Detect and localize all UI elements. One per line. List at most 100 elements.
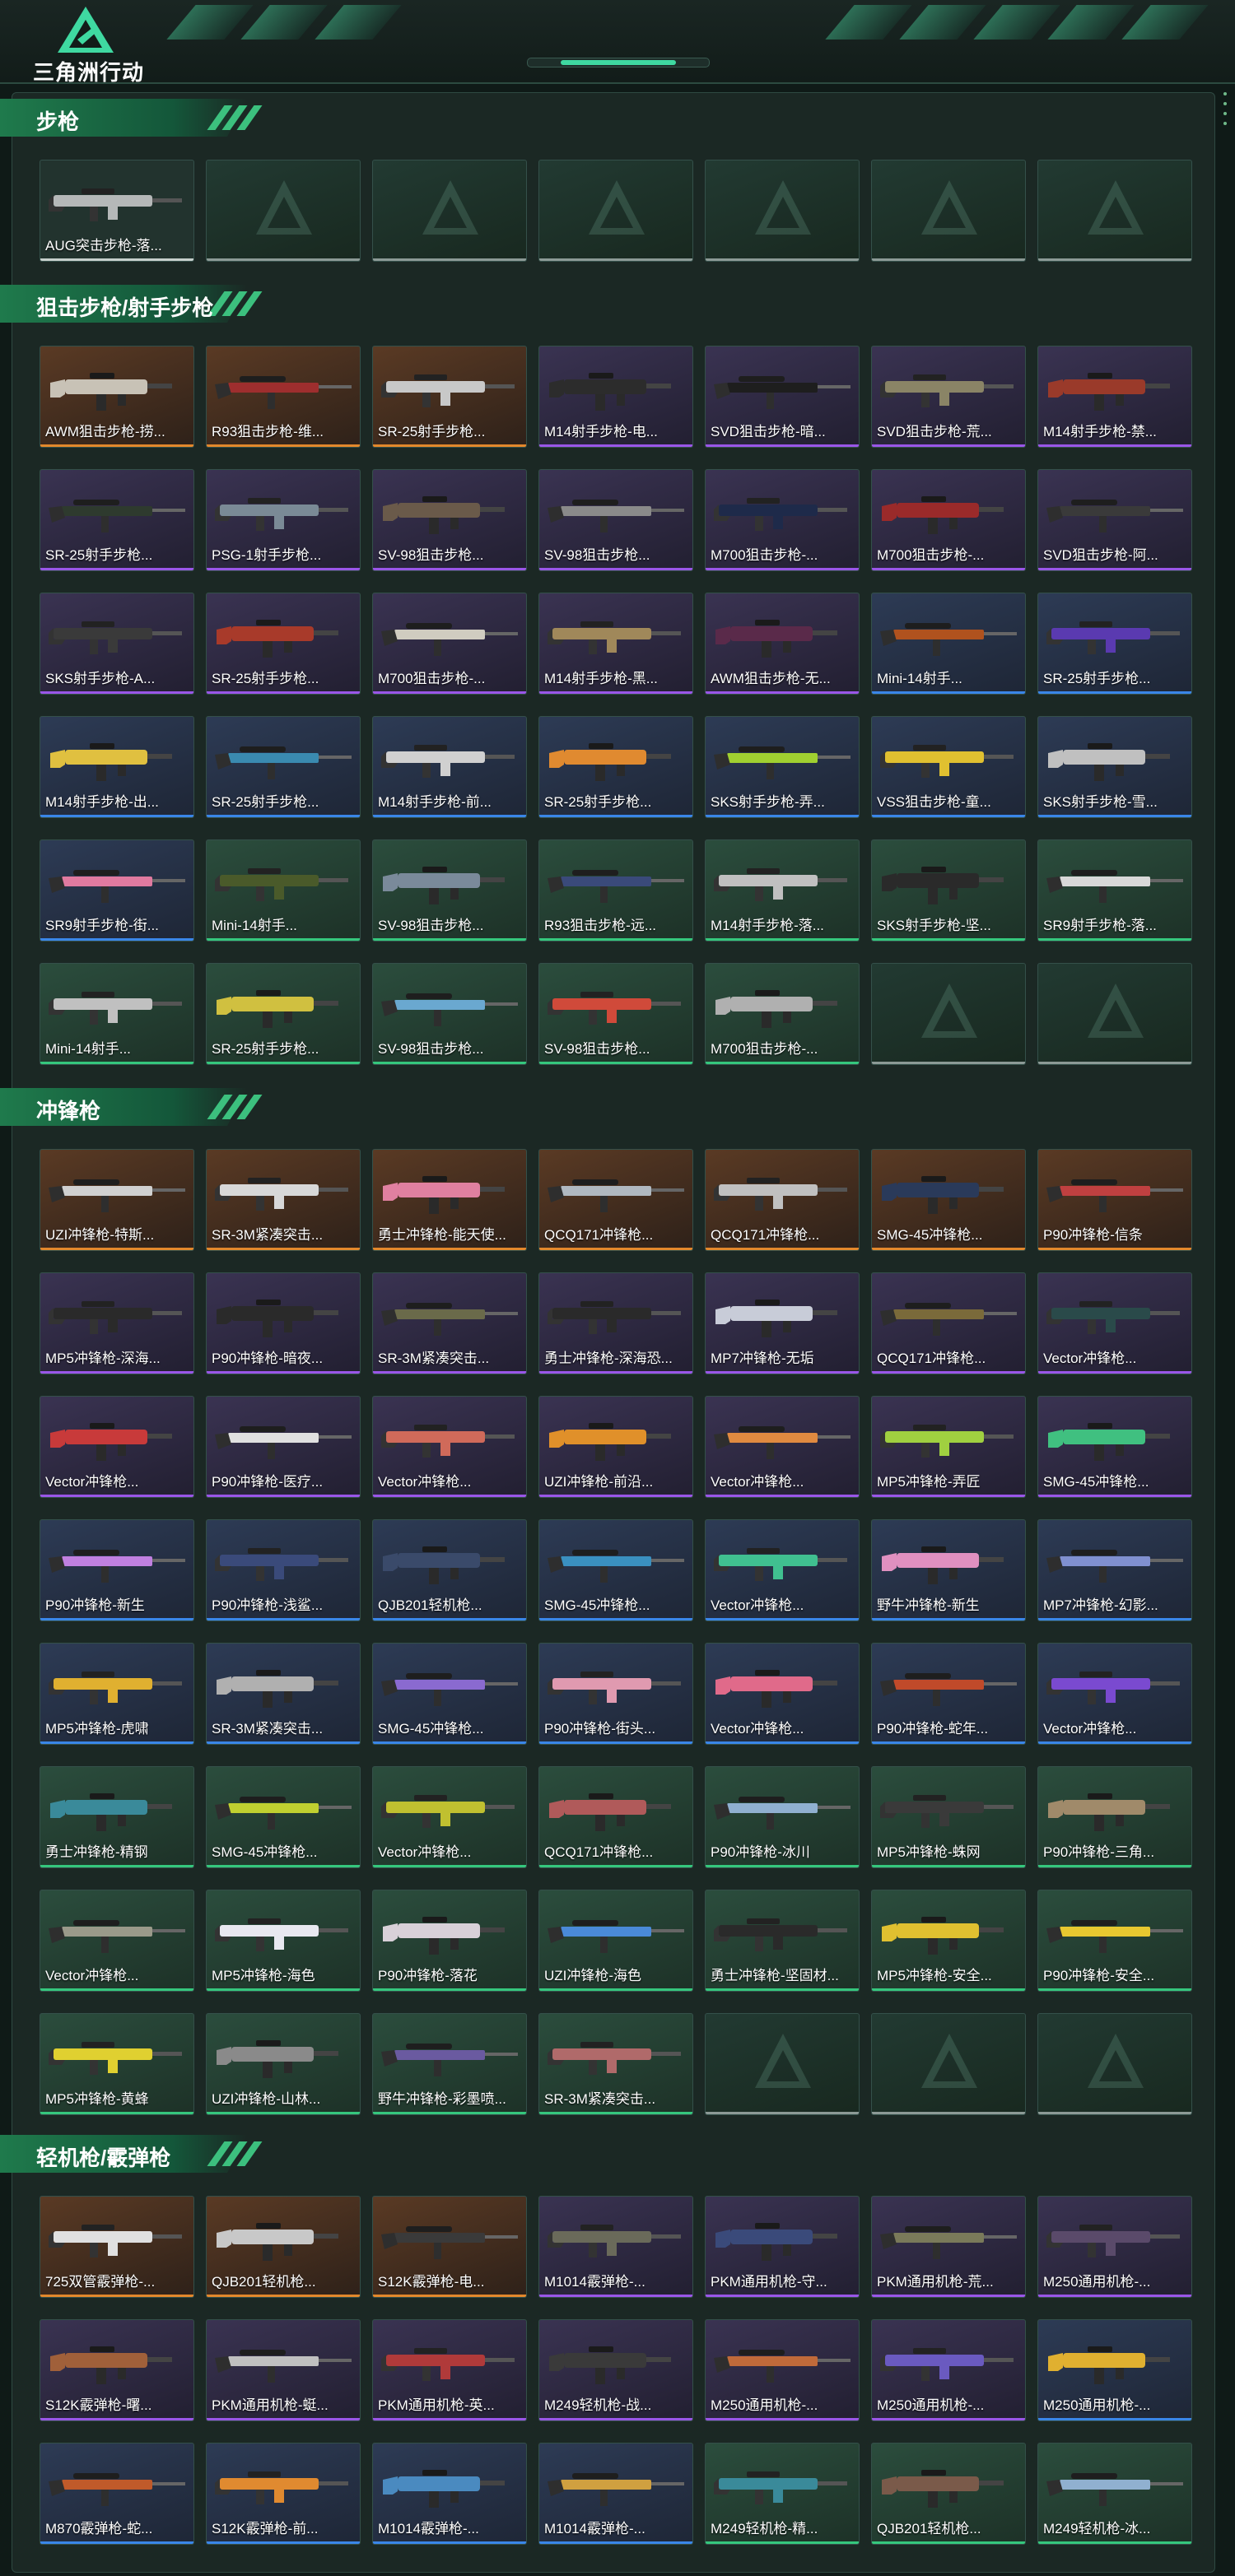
weapon-card[interactable]: QCQ171冲锋枪...: [871, 1272, 1026, 1374]
weapon-card[interactable]: 勇士冲锋枪-能天使...: [372, 1149, 527, 1251]
weapon-card[interactable]: S12K霰弹枪-曙...: [40, 2319, 194, 2421]
weapon-card[interactable]: SR-3M紧凑突击...: [206, 1643, 361, 1745]
weapon-card[interactable]: Vector冲锋枪...: [705, 1519, 860, 1621]
weapon-card[interactable]: R93狙击步枪-维...: [206, 346, 361, 448]
weapon-card[interactable]: SMG-45冲锋枪...: [372, 1643, 527, 1745]
weapon-card[interactable]: SR-3M紧凑突击...: [372, 1272, 527, 1374]
weapon-card[interactable]: QJB201轻机枪...: [372, 1519, 527, 1621]
weapon-card[interactable]: MP5冲锋枪-蛛网: [871, 1766, 1026, 1868]
weapon-card[interactable]: P90冲锋枪-浅鲨...: [206, 1519, 361, 1621]
weapon-card[interactable]: SR9射手步枪-街...: [40, 839, 194, 942]
weapon-card[interactable]: PKM通用机枪-蜓...: [206, 2319, 361, 2421]
weapon-card[interactable]: M1014霰弹枪-...: [538, 2443, 693, 2545]
weapon-card[interactable]: 勇士冲锋枪-坚固材...: [705, 1890, 860, 1992]
weapon-card[interactable]: SR-25射手步枪...: [206, 963, 361, 1065]
weapon-card[interactable]: SR-25射手步枪...: [1037, 593, 1192, 695]
weapon-card[interactable]: 725双管霰弹枪-...: [40, 2196, 194, 2298]
weapon-card[interactable]: SR-25射手步枪...: [372, 346, 527, 448]
weapon-card[interactable]: AWM狙击步枪-捞...: [40, 346, 194, 448]
weapon-card[interactable]: Vector冲锋枪...: [40, 1396, 194, 1498]
weapon-card[interactable]: SKS射手步枪-A...: [40, 593, 194, 695]
weapon-card[interactable]: SR-25射手步枪...: [206, 593, 361, 695]
weapon-card[interactable]: Vector冲锋枪...: [705, 1643, 860, 1745]
weapon-card[interactable]: M700狙击步枪-...: [705, 469, 860, 571]
weapon-card[interactable]: UZI冲锋枪-山林...: [206, 2013, 361, 2115]
weapon-card[interactable]: MP5冲锋枪-弄匠: [871, 1396, 1026, 1498]
weapon-card[interactable]: SVD狙击步枪-暗...: [705, 346, 860, 448]
weapon-card[interactable]: M249轻机枪-精...: [705, 2443, 860, 2545]
weapon-card[interactable]: M14射手步枪-落...: [705, 839, 860, 942]
weapon-card[interactable]: SKS射手步枪-坚...: [871, 839, 1026, 942]
weapon-card[interactable]: Mini-14射手...: [40, 963, 194, 1065]
weapon-card[interactable]: Mini-14射手...: [206, 839, 361, 942]
weapon-card[interactable]: MP5冲锋枪-黄蜂: [40, 2013, 194, 2115]
weapon-card[interactable]: PKM通用机枪-英...: [372, 2319, 527, 2421]
weapon-card[interactable]: PKM通用机枪-守...: [705, 2196, 860, 2298]
weapon-card[interactable]: 勇士冲锋枪-精钢: [40, 1766, 194, 1868]
weapon-card[interactable]: M1014霰弹枪-...: [372, 2443, 527, 2545]
weapon-card[interactable]: M14射手步枪-黑...: [538, 593, 693, 695]
weapon-card[interactable]: P90冲锋枪-落花: [372, 1890, 527, 1992]
weapon-card[interactable]: P90冲锋枪-三角...: [1037, 1766, 1192, 1868]
weapon-card[interactable]: MP7冲锋枪-幻影...: [1037, 1519, 1192, 1621]
weapon-card[interactable]: M250通用机枪-...: [871, 2319, 1026, 2421]
weapon-card[interactable]: M700狙击步枪-...: [871, 469, 1026, 571]
weapon-card[interactable]: R93狙击步枪-远...: [538, 839, 693, 942]
weapon-card[interactable]: PKM通用机枪-荒...: [871, 2196, 1026, 2298]
weapon-card[interactable]: P90冲锋枪-新生: [40, 1519, 194, 1621]
weapon-card[interactable]: P90冲锋枪-安全...: [1037, 1890, 1192, 1992]
weapon-card[interactable]: SMG-45冲锋枪...: [1037, 1396, 1192, 1498]
weapon-card[interactable]: SMG-45冲锋枪...: [871, 1149, 1026, 1251]
weapon-card[interactable]: SR-25射手步枪...: [538, 716, 693, 818]
weapon-card[interactable]: M14射手步枪-前...: [372, 716, 527, 818]
weapon-card[interactable]: M14射手步枪-禁...: [1037, 346, 1192, 448]
weapon-card[interactable]: QCQ171冲锋枪...: [538, 1766, 693, 1868]
weapon-card[interactable]: P90冲锋枪-暗夜...: [206, 1272, 361, 1374]
weapon-card[interactable]: MP5冲锋枪-安全...: [871, 1890, 1026, 1992]
weapon-card[interactable]: SR-25射手步枪...: [206, 716, 361, 818]
weapon-card[interactable]: M249轻机枪-战...: [538, 2319, 693, 2421]
weapon-card[interactable]: M700狙击步枪-...: [372, 593, 527, 695]
weapon-card[interactable]: 野牛冲锋枪-彩墨喷...: [372, 2013, 527, 2115]
weapon-card[interactable]: MP5冲锋枪-海色: [206, 1890, 361, 1992]
weapon-card[interactable]: M250通用机枪-...: [705, 2319, 860, 2421]
weapon-card[interactable]: QCQ171冲锋枪...: [705, 1149, 860, 1251]
weapon-card[interactable]: QJB201轻机枪...: [206, 2196, 361, 2298]
weapon-card[interactable]: SVD狙击步枪-阿...: [1037, 469, 1192, 571]
weapon-card[interactable]: S12K霰弹枪-电...: [372, 2196, 527, 2298]
weapon-card[interactable]: P90冲锋枪-医疗...: [206, 1396, 361, 1498]
weapon-card[interactable]: M14射手步枪-出...: [40, 716, 194, 818]
weapon-card[interactable]: SVD狙击步枪-荒...: [871, 346, 1026, 448]
weapon-card[interactable]: SV-98狙击步枪...: [538, 963, 693, 1065]
scrollbar[interactable]: [1222, 92, 1228, 142]
weapon-card[interactable]: Vector冲锋枪...: [1037, 1272, 1192, 1374]
weapon-card[interactable]: SV-98狙击步枪...: [372, 469, 527, 571]
weapon-card[interactable]: P90冲锋枪-蛇年...: [871, 1643, 1026, 1745]
weapon-card[interactable]: UZI冲锋枪-特斯...: [40, 1149, 194, 1251]
weapon-card[interactable]: PSG-1射手步枪...: [206, 469, 361, 571]
weapon-card[interactable]: MP5冲锋枪-虎啸: [40, 1643, 194, 1745]
weapon-card[interactable]: M14射手步枪-电...: [538, 346, 693, 448]
weapon-card[interactable]: UZI冲锋枪-海色: [538, 1890, 693, 1992]
weapon-card[interactable]: QJB201轻机枪...: [871, 2443, 1026, 2545]
weapon-card[interactable]: AWM狙击步枪-无...: [705, 593, 860, 695]
weapon-card[interactable]: Vector冲锋枪...: [705, 1396, 860, 1498]
weapon-card[interactable]: SMG-45冲锋枪...: [538, 1519, 693, 1621]
weapon-card[interactable]: QCQ171冲锋枪...: [538, 1149, 693, 1251]
weapon-card[interactable]: Vector冲锋枪...: [372, 1396, 527, 1498]
weapon-card[interactable]: Vector冲锋枪...: [372, 1766, 527, 1868]
weapon-card[interactable]: SR-3M紧凑突击...: [538, 2013, 693, 2115]
weapon-card[interactable]: P90冲锋枪-信条: [1037, 1149, 1192, 1251]
weapon-card[interactable]: S12K霰弹枪-前...: [206, 2443, 361, 2545]
weapon-card[interactable]: 勇士冲锋枪-深海恐...: [538, 1272, 693, 1374]
weapon-card[interactable]: P90冲锋枪-街头...: [538, 1643, 693, 1745]
weapon-card[interactable]: M700狙击步枪-...: [705, 963, 860, 1065]
weapon-card[interactable]: M250通用机枪-...: [1037, 2319, 1192, 2421]
weapon-card[interactable]: SMG-45冲锋枪...: [206, 1766, 361, 1868]
weapon-card[interactable]: SR9射手步枪-落...: [1037, 839, 1192, 942]
weapon-card[interactable]: SKS射手步枪-弄...: [705, 716, 860, 818]
weapon-card[interactable]: SKS射手步枪-雪...: [1037, 716, 1192, 818]
weapon-card[interactable]: UZI冲锋枪-前沿...: [538, 1396, 693, 1498]
weapon-card[interactable]: MP7冲锋枪-无垢: [705, 1272, 860, 1374]
weapon-card[interactable]: 野牛冲锋枪-新生: [871, 1519, 1026, 1621]
